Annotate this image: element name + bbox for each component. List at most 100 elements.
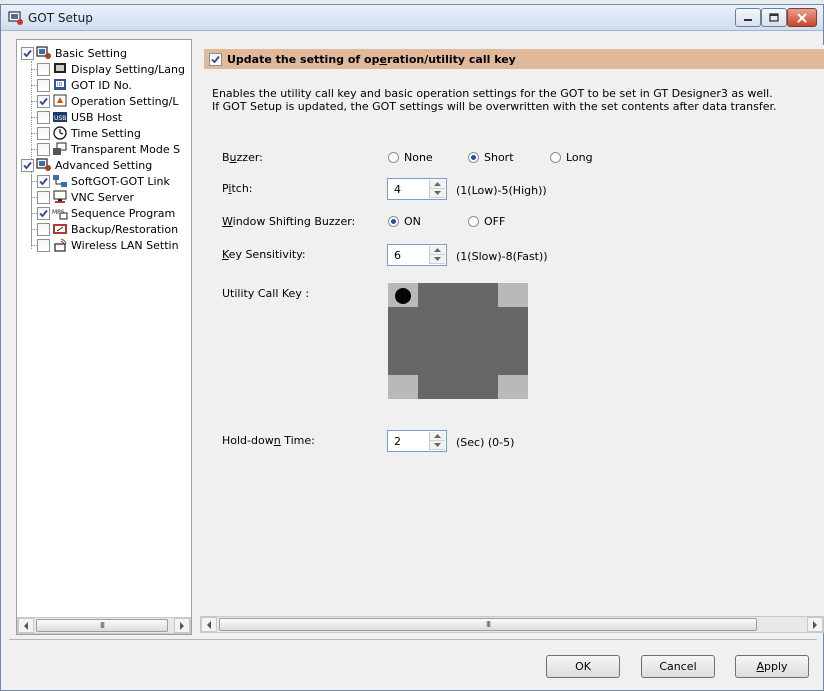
window-shifting-on-radio[interactable]: ON bbox=[388, 215, 421, 228]
selected-key-indicator bbox=[395, 288, 411, 304]
tree-checkbox-got-id[interactable] bbox=[37, 78, 50, 92]
tree-checkbox-softgot-link[interactable] bbox=[37, 174, 50, 188]
pitch-increment-button[interactable] bbox=[430, 180, 445, 189]
scroll-thumb[interactable]: III bbox=[36, 619, 168, 632]
tree-item-time-setting[interactable]: Time Setting bbox=[31, 125, 141, 141]
tree-checkbox-usb-host[interactable] bbox=[37, 110, 50, 124]
utility-key-top-left[interactable] bbox=[388, 283, 418, 307]
tree-item-sequence-program[interactable]: MPS Sequence Program bbox=[31, 205, 176, 221]
tree-checkbox-advanced-setting[interactable] bbox=[21, 158, 34, 172]
minimize-button[interactable] bbox=[735, 8, 761, 27]
utility-key-top-right[interactable] bbox=[498, 283, 528, 307]
tree-item-backup-restoration[interactable]: Backup/Restoration bbox=[31, 221, 179, 237]
tree-guide-line bbox=[31, 174, 32, 244]
tree-item-usb-host[interactable]: USB USB Host bbox=[31, 109, 122, 125]
utility-key-bottom-right[interactable] bbox=[498, 375, 528, 399]
tree-checkbox-display-setting[interactable] bbox=[37, 62, 50, 76]
close-window-button[interactable] bbox=[787, 8, 817, 27]
tree-label: Time Setting bbox=[71, 126, 141, 140]
chevron-up-icon bbox=[434, 434, 441, 438]
scroll-left-button[interactable] bbox=[18, 618, 34, 633]
content-horizontal-scrollbar[interactable]: III bbox=[200, 616, 824, 633]
tree-label: Sequence Program bbox=[71, 206, 176, 220]
tree-label: Advanced Setting bbox=[55, 158, 153, 172]
window-shifting-off-radio[interactable]: OFF bbox=[468, 215, 505, 228]
tree-checkbox-transparent-mode[interactable] bbox=[37, 142, 50, 156]
id-icon: ID bbox=[54, 79, 66, 90]
tree-item-wireless-lan[interactable]: Wireless LAN Settin bbox=[31, 237, 179, 253]
tree-guide-line bbox=[31, 69, 37, 70]
chevron-right-icon bbox=[180, 621, 184, 630]
tree-checkbox-vnc-server[interactable] bbox=[37, 190, 50, 204]
utility-key-bottom-left[interactable] bbox=[388, 375, 418, 399]
hold-down-time-spinbox[interactable]: 2 bbox=[387, 430, 447, 452]
tree-label: Wireless LAN Settin bbox=[71, 238, 179, 252]
tree-item-operation-setting[interactable]: Operation Setting/L bbox=[31, 93, 178, 109]
link-icon bbox=[53, 175, 67, 187]
tree-horizontal-scrollbar[interactable]: III bbox=[17, 617, 191, 634]
hold-down-time-label: Hold-down Time: bbox=[222, 434, 315, 447]
tree-checkbox-time-setting[interactable] bbox=[37, 126, 50, 140]
key-sensitivity-increment-button[interactable] bbox=[430, 246, 445, 255]
ok-button[interactable]: OK bbox=[546, 655, 620, 678]
tree-guide-line bbox=[31, 117, 37, 118]
tree-item-basic-setting[interactable]: Basic Setting bbox=[21, 45, 127, 61]
scroll-right-button[interactable] bbox=[807, 617, 823, 632]
hold-down-time-increment-button[interactable] bbox=[430, 432, 445, 441]
tree-item-transparent-mode[interactable]: Transparent Mode S bbox=[31, 141, 180, 157]
tree-item-advanced-setting[interactable]: Advanced Setting bbox=[21, 157, 152, 173]
buzzer-long-radio[interactable]: Long bbox=[550, 151, 593, 164]
pitch-hint: (1(Low)-5(High)) bbox=[456, 184, 547, 197]
chevron-down-icon bbox=[434, 443, 441, 447]
got-setup-app-icon bbox=[8, 11, 23, 25]
basic-setting-icon bbox=[36, 46, 51, 59]
tree-label: SoftGOT-GOT Link bbox=[71, 174, 170, 188]
tree-checkbox-wireless-lan[interactable] bbox=[37, 238, 50, 252]
key-sensitivity-decrement-button[interactable] bbox=[430, 255, 445, 264]
settings-tree: Basic Setting Display Setting/Lang ID GO… bbox=[16, 39, 192, 635]
tree-checkbox-basic-setting[interactable] bbox=[21, 46, 34, 60]
hold-down-time-decrement-button[interactable] bbox=[430, 441, 445, 450]
chevron-left-icon bbox=[24, 621, 28, 630]
key-sensitivity-spinbox[interactable]: 6 bbox=[387, 244, 447, 266]
apply-button[interactable]: Apply bbox=[735, 655, 809, 678]
tree-item-got-id[interactable]: ID GOT ID No. bbox=[31, 77, 132, 93]
title-bar[interactable]: GOT Setup bbox=[1, 5, 823, 31]
tree-label: Backup/Restoration bbox=[71, 222, 179, 236]
pane-splitter[interactable] bbox=[193, 39, 199, 635]
buzzer-short-radio[interactable]: Short bbox=[468, 151, 514, 164]
tree-guide-line bbox=[31, 181, 37, 182]
wireless-icon bbox=[54, 238, 67, 252]
hold-down-time-value: 2 bbox=[394, 435, 401, 448]
maximize-button[interactable] bbox=[761, 8, 787, 27]
minimize-icon bbox=[744, 18, 752, 21]
update-setting-checkbox[interactable] bbox=[209, 52, 222, 66]
advanced-setting-icon bbox=[36, 158, 51, 171]
scroll-right-button[interactable] bbox=[174, 618, 190, 633]
scroll-left-button[interactable] bbox=[201, 617, 217, 632]
maximize-icon bbox=[769, 13, 779, 22]
operation-icon bbox=[53, 94, 67, 107]
tree-checkbox-backup-restoration[interactable] bbox=[37, 222, 50, 236]
section-title: Update the setting of operation/utility … bbox=[227, 52, 516, 66]
buzzer-none-radio[interactable]: None bbox=[388, 151, 433, 164]
tree-checkbox-operation-setting[interactable] bbox=[37, 94, 50, 108]
section-header: Update the setting of operation/utility … bbox=[204, 49, 824, 69]
got-setup-window: GOT Setup Basic Setting Display Setting/… bbox=[0, 4, 824, 691]
pitch-spinbox[interactable]: 4 bbox=[387, 178, 447, 200]
tree-item-softgot-link[interactable]: SoftGOT-GOT Link bbox=[31, 173, 170, 189]
tree-guide-line bbox=[31, 101, 37, 102]
pitch-decrement-button[interactable] bbox=[430, 189, 445, 198]
cancel-button[interactable]: Cancel bbox=[641, 655, 715, 678]
backup-icon bbox=[53, 224, 67, 234]
sequence-icon: MPS bbox=[52, 209, 68, 220]
scroll-thumb[interactable]: III bbox=[219, 618, 757, 631]
tree-item-display-setting[interactable]: Display Setting/Lang bbox=[31, 61, 185, 77]
pitch-value: 4 bbox=[394, 183, 401, 196]
key-sensitivity-value: 6 bbox=[394, 249, 401, 262]
tree-checkbox-sequence-program[interactable] bbox=[37, 206, 50, 220]
usb-icon: USB bbox=[53, 112, 67, 122]
svg-text:USB: USB bbox=[54, 115, 66, 122]
tree-guide-line bbox=[31, 197, 37, 198]
tree-item-vnc-server[interactable]: VNC Server bbox=[31, 189, 134, 205]
